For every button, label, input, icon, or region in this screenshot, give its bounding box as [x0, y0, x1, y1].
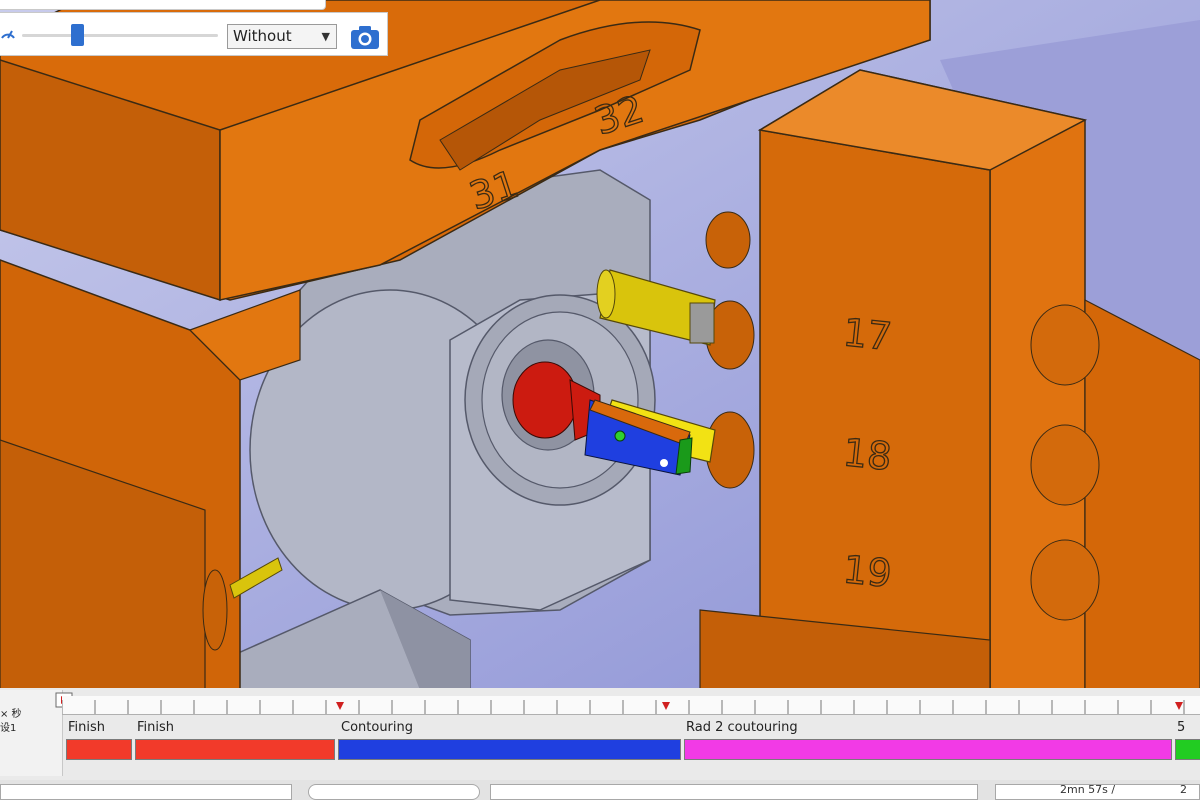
station-17-label: 17 — [841, 310, 894, 359]
chevron-down-icon: ▼ — [321, 30, 330, 43]
timeline-footer: 2mn 57s / 2 — [0, 780, 1200, 800]
footer-field-2[interactable] — [308, 784, 480, 800]
station-18-label: 18 — [841, 430, 894, 479]
footer-field-1[interactable] — [0, 784, 292, 800]
ruler-ticks — [61, 700, 1185, 714]
operation-label-finish-2: Finish — [137, 720, 175, 735]
3d-viewport[interactable]: 31 32 17 18 19 — [0, 0, 1200, 690]
footer-field-3[interactable] — [490, 784, 978, 800]
timeline-ruler[interactable] — [61, 696, 1200, 715]
station-19-label: 19 — [841, 547, 894, 596]
operation-bar-finish-2[interactable] — [135, 739, 335, 760]
toolbar-top-strip — [0, 0, 326, 10]
operation-timeline[interactable]: × 秒 设1 Finish Finish Contouring Rad 2 co… — [0, 688, 1200, 800]
timeline-header-text: × 秒 设1 — [0, 708, 22, 736]
operation-label-5: 5 — [1177, 720, 1186, 735]
timeline-header-line1: × 秒 — [0, 709, 22, 720]
operation-label-rad2: Rad 2 coutouring — [686, 720, 798, 735]
timeline-header-line2: 设1 — [0, 723, 17, 734]
speed-icon[interactable] — [0, 24, 16, 40]
machine-scene: 31 32 17 18 19 — [0, 0, 1200, 690]
time-readout: 2mn 57s / — [1060, 783, 1116, 796]
speed-slider-track[interactable] — [22, 34, 218, 37]
mode-select-value: Without — [233, 27, 292, 45]
operation-marker — [662, 702, 670, 710]
operation-marker — [1175, 702, 1183, 710]
operation-bar-finish-1[interactable] — [66, 739, 132, 760]
speed-slider-thumb[interactable] — [70, 24, 84, 46]
camera-icon[interactable] — [348, 22, 382, 52]
mode-select[interactable]: Without ▼ — [227, 24, 337, 49]
time-readout-2: 2 — [1180, 783, 1187, 796]
operation-marker — [336, 702, 344, 710]
operation-label-contouring: Contouring — [341, 720, 414, 735]
operation-bar-contouring[interactable] — [338, 739, 681, 760]
operation-bar-5[interactable] — [1175, 739, 1200, 760]
operation-bar-rad2[interactable] — [684, 739, 1172, 760]
operation-label-finish-1: Finish — [68, 720, 106, 735]
